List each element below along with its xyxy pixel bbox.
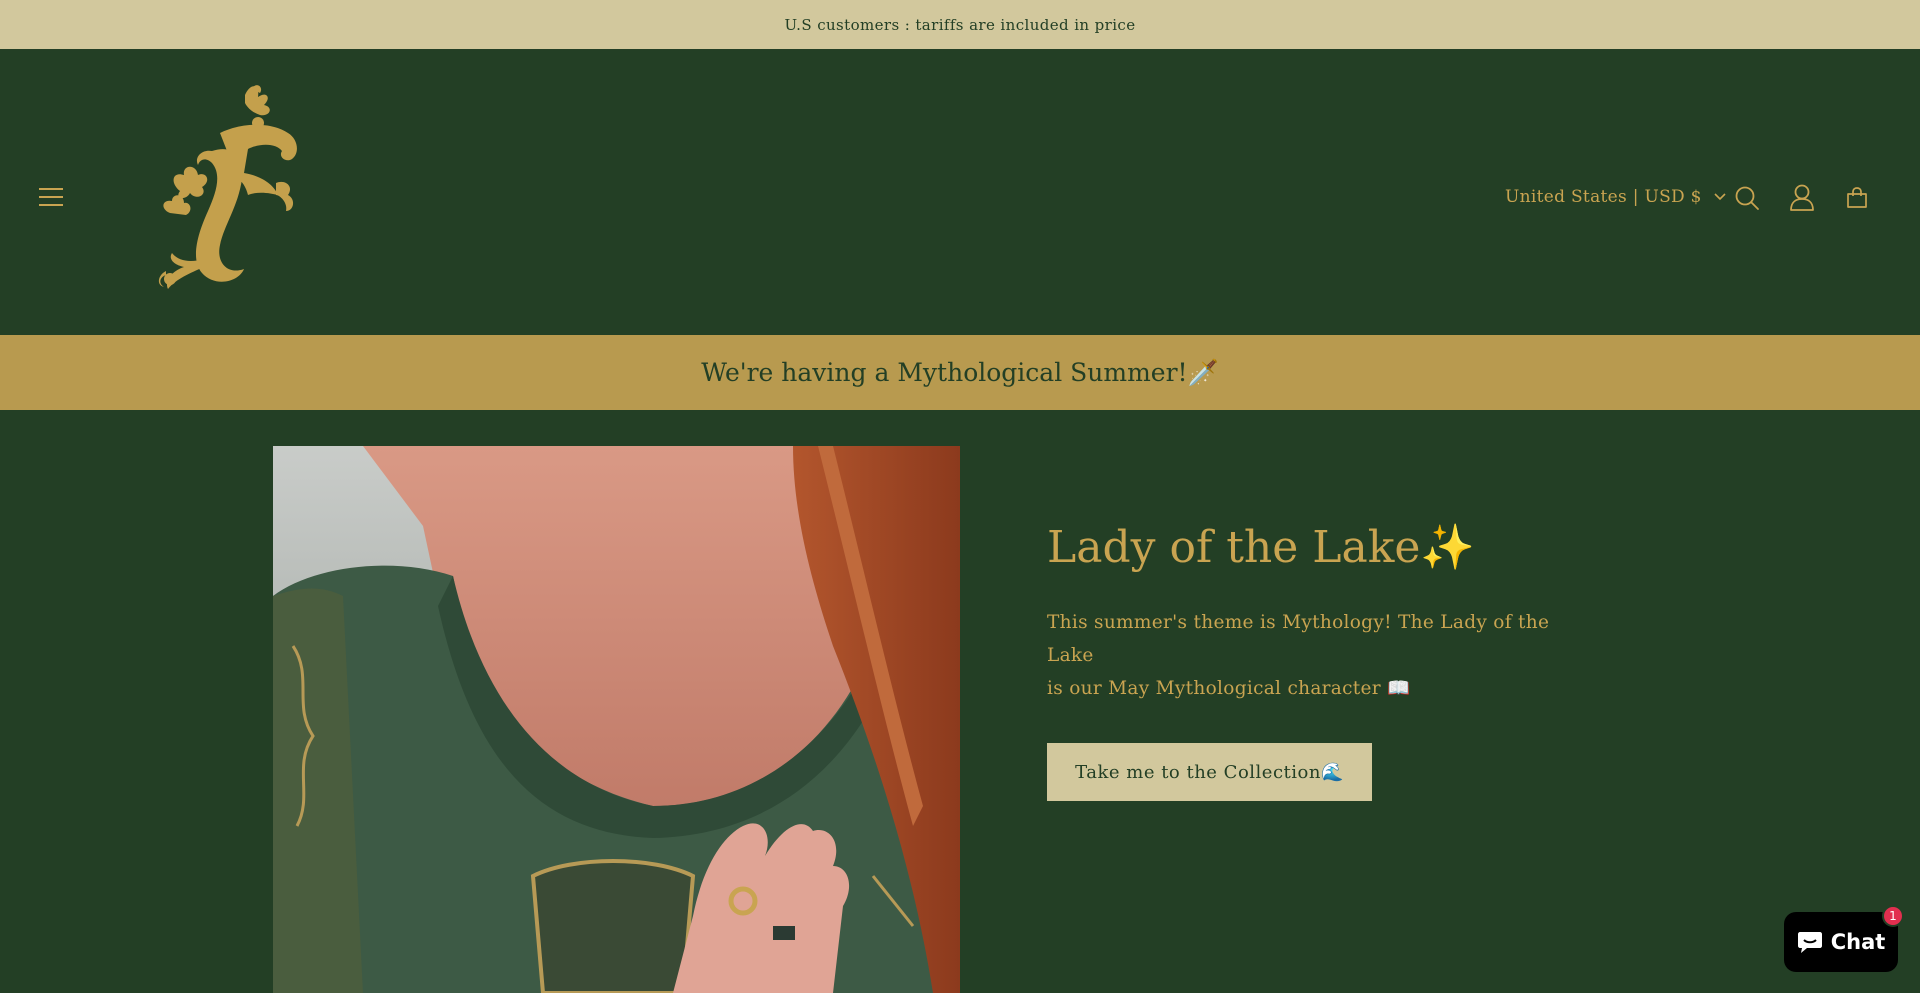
cart-icon[interactable] <box>1840 181 1874 215</box>
country-currency-selector[interactable]: United States | USD $ <box>1505 181 1726 213</box>
hero-content: Lady of the Lake✨ This summer's theme is… <box>1047 518 1567 801</box>
promo-text: We're having a Mythological Summer!🗡️ <box>701 357 1219 387</box>
chat-notification-badge: 1 <box>1882 905 1904 927</box>
hero-description-line: is our May Mythological character 📖 <box>1047 678 1411 699</box>
hero-image <box>273 446 960 993</box>
promo-banner: We're having a Mythological Summer!🗡️ <box>0 335 1920 410</box>
search-icon[interactable] <box>1730 181 1764 215</box>
country-currency-label: United States | USD $ <box>1505 187 1702 207</box>
chat-bubble-icon <box>1797 932 1822 953</box>
brand-logo[interactable] <box>150 83 310 293</box>
chat-button[interactable]: Chat <box>1784 912 1898 972</box>
announcement-bar: U.S customers : tariffs are included in … <box>0 0 1920 49</box>
hero-description: This summer's theme is Mythology! The La… <box>1047 606 1567 705</box>
announcement-text: U.S customers : tariffs are included in … <box>784 15 1136 34</box>
account-icon[interactable] <box>1785 181 1819 215</box>
collection-button[interactable]: Take me to the Collection🌊 <box>1047 743 1372 801</box>
chevron-down-icon <box>1714 193 1726 201</box>
hero-description-line: This summer's theme is Mythology! The La… <box>1047 612 1550 666</box>
hero-title: Lady of the Lake✨ <box>1047 522 1476 573</box>
menu-icon[interactable] <box>36 182 68 212</box>
chat-label: Chat <box>1830 930 1886 954</box>
site-header: United States | USD $ <box>0 49 1920 335</box>
